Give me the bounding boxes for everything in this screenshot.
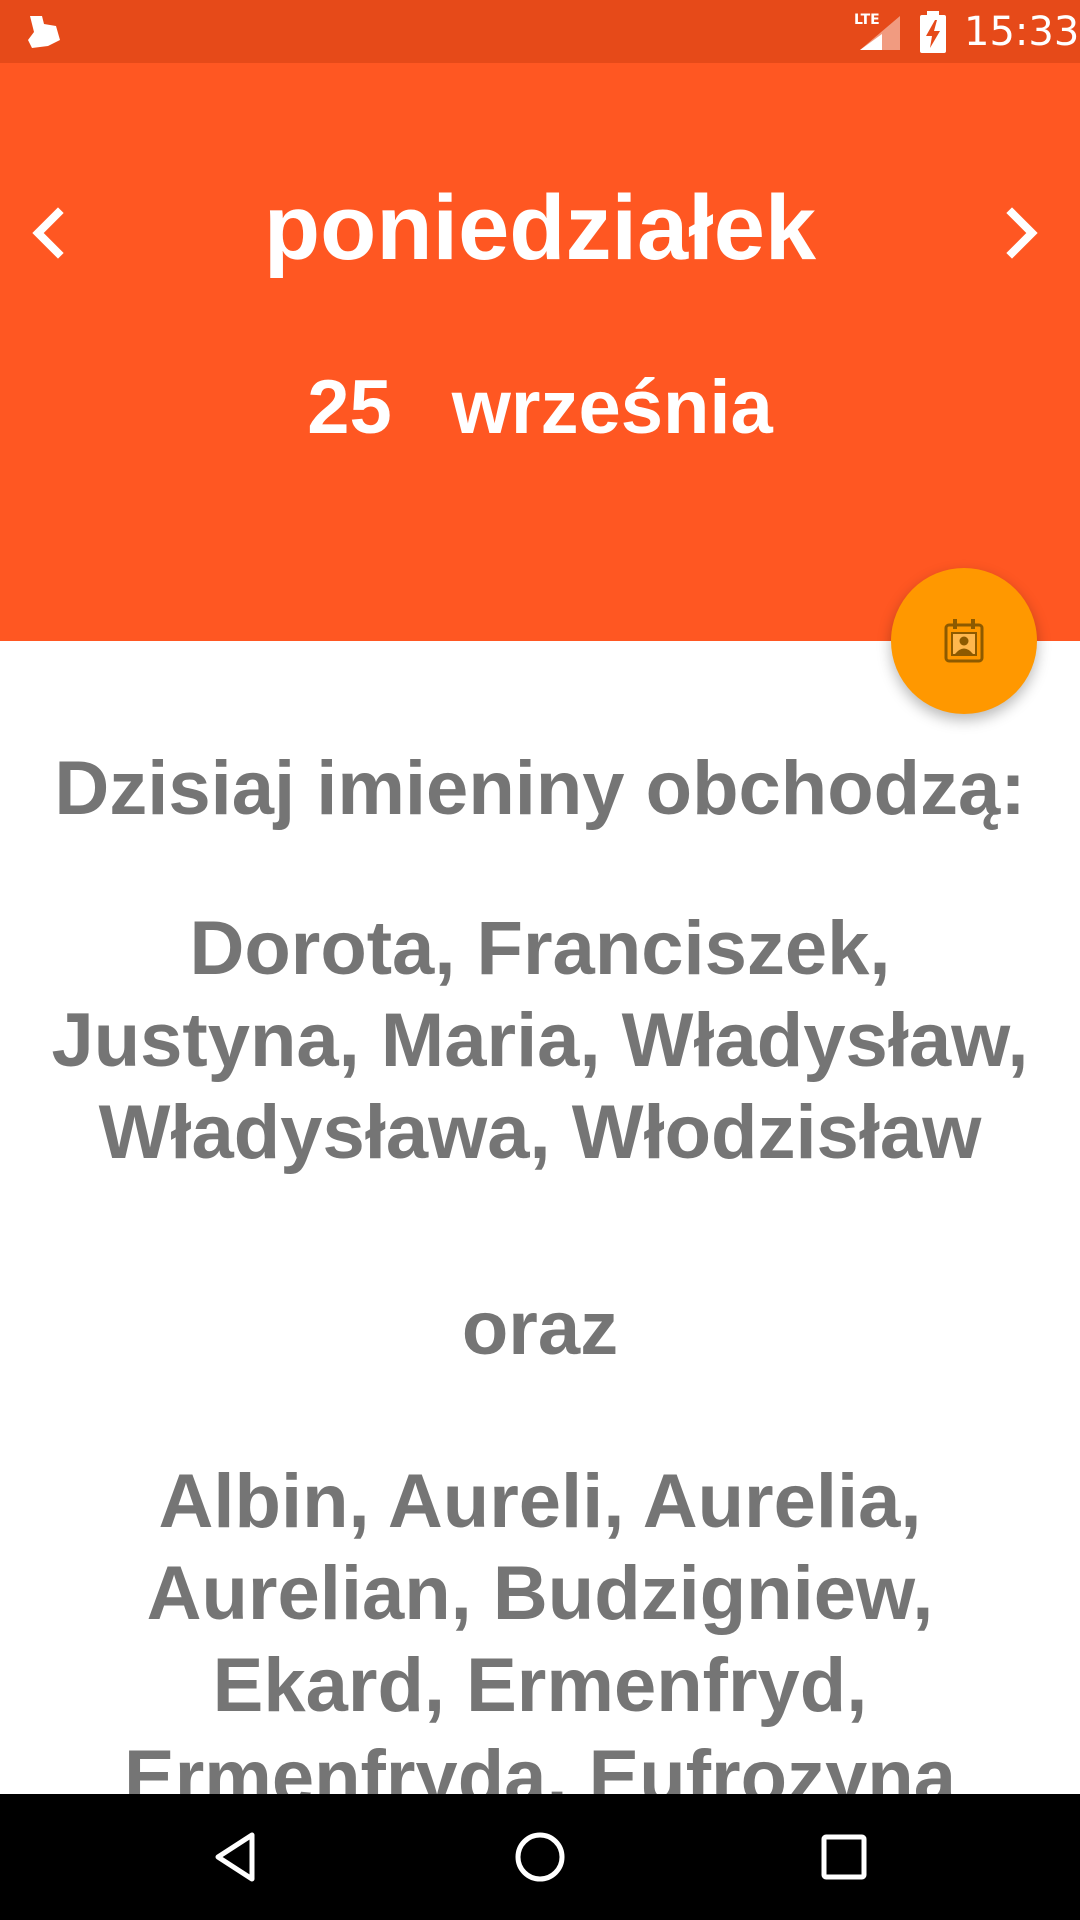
secondary-names-list: Albin, Aureli, Aurelia, Aurelian, Budzig… bbox=[124, 1459, 956, 1794]
back-button[interactable] bbox=[196, 1817, 276, 1897]
screen: LTE 15:33 poniedziałek 25 września Dzisia… bbox=[0, 0, 1080, 1920]
month-name: września bbox=[451, 365, 773, 450]
back-triangle-icon bbox=[215, 1832, 255, 1882]
nameday-heading: Dzisiaj imieniny obchodzą: bbox=[54, 746, 1026, 831]
day-number: 25 bbox=[307, 365, 392, 450]
calendar-contact-icon bbox=[944, 619, 984, 663]
primary-names-list: Dorota, Franciszek, Justyna, Maria, Wład… bbox=[51, 906, 1029, 1175]
recents-square-icon bbox=[821, 1834, 867, 1880]
contacts-calendar-fab[interactable] bbox=[891, 568, 1037, 714]
date-line: 25 września bbox=[0, 358, 1080, 458]
home-button[interactable] bbox=[500, 1817, 580, 1897]
system-navigation-bar bbox=[0, 1794, 1080, 1920]
status-bar: LTE 15:33 bbox=[0, 0, 1080, 63]
home-circle-icon bbox=[515, 1832, 565, 1882]
svg-text:LTE: LTE bbox=[854, 12, 880, 28]
date-header: poniedziałek 25 września bbox=[0, 63, 1080, 641]
signal-lte-icon: LTE bbox=[854, 12, 900, 50]
next-day-button[interactable] bbox=[982, 193, 1062, 273]
conjunction-label: oraz bbox=[461, 1286, 619, 1371]
status-clock: 15:33 bbox=[964, 9, 1080, 55]
day-name: poniedziałek bbox=[263, 177, 817, 279]
recents-button[interactable] bbox=[804, 1817, 884, 1897]
app-notification-icon bbox=[28, 16, 60, 48]
battery-charging-icon bbox=[920, 11, 946, 53]
nameday-content: Dzisiaj imieniny obchodzą: Dorota, Franc… bbox=[0, 641, 1080, 1794]
chevron-right-icon bbox=[1006, 207, 1038, 259]
